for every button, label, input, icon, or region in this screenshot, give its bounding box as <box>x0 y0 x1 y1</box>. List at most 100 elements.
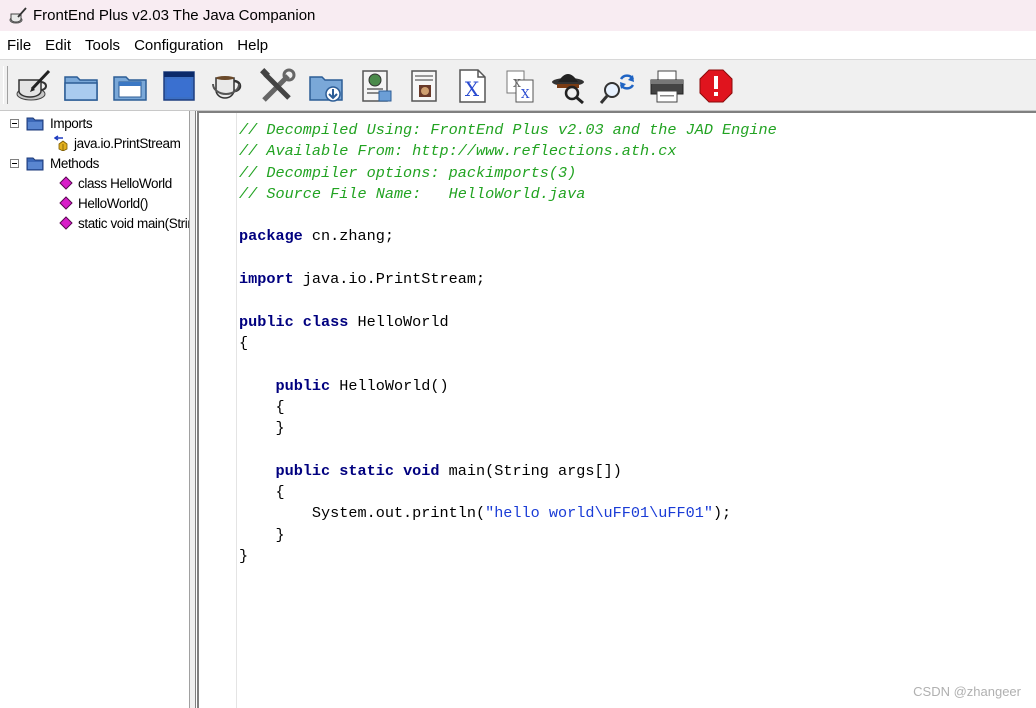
title-bar: FrontEnd Plus v2.03 The Java Companion <box>0 0 1036 31</box>
tree-node-label: static void main(String[]) <box>78 215 189 231</box>
code-line: { <box>239 333 777 354</box>
toolbar: X X X <box>0 59 1036 111</box>
pane-splitter[interactable] <box>190 111 196 708</box>
code-comment: // Available From: http://www.reflection… <box>239 142 677 161</box>
class-file-icon: X <box>459 69 486 103</box>
new-window-button[interactable] <box>159 66 199 106</box>
code-text: HelloWorld <box>348 312 449 331</box>
save-button[interactable] <box>306 66 346 106</box>
coffee-cup-icon <box>212 76 242 99</box>
menu-configuration[interactable]: Configuration <box>127 37 230 54</box>
menu-tools[interactable]: Tools <box>78 37 127 54</box>
svg-text:X: X <box>513 77 521 90</box>
code-line: } <box>239 525 777 546</box>
search-replace-button[interactable] <box>598 66 638 106</box>
tree-node-methods[interactable]: Methods <box>10 153 99 173</box>
toolbar-grip[interactable] <box>3 66 8 104</box>
document-view-icon <box>411 70 437 102</box>
class-file-button[interactable]: X <box>452 66 492 106</box>
tree-node-label: class HelloWorld <box>78 175 172 191</box>
folder-icon <box>26 157 44 170</box>
code-line: package cn.zhang; <box>239 226 777 247</box>
code-text: HelloWorld() <box>330 376 449 395</box>
method-icon <box>59 176 73 190</box>
tree-node-method-item[interactable]: class HelloWorld <box>59 173 172 193</box>
code-comment: // Decompiled Using: FrontEnd Plus v2.03… <box>239 121 777 139</box>
coffee-cup-button[interactable] <box>207 66 247 106</box>
code-text: System.out.println( <box>239 504 486 523</box>
collapse-toggle-icon[interactable] <box>10 158 19 168</box>
open-project-button[interactable] <box>110 66 150 106</box>
properties-button[interactable] <box>356 66 396 106</box>
code-line: public class HelloWorld <box>239 312 777 333</box>
properties-icon <box>362 70 392 102</box>
code-keyword: public static void <box>275 461 440 480</box>
code-line: } <box>239 546 777 567</box>
code-line: public HelloWorld() <box>239 376 777 397</box>
code-editor[interactable]: // Decompiled Using: FrontEnd Plus v2.03… <box>197 111 1036 708</box>
code-line: System.out.println("hello world\uFF01\uF… <box>239 503 777 524</box>
tree-node-import-item[interactable]: java.io.PrintStream <box>54 133 181 153</box>
decompile-button[interactable] <box>13 66 53 106</box>
code-line: } <box>239 418 777 439</box>
menu-edit[interactable]: Edit <box>38 37 78 54</box>
code-line: // Decompiled Using: FrontEnd Plus v2.03… <box>239 120 777 141</box>
stop-button[interactable] <box>696 66 736 106</box>
collapse-toggle-icon[interactable] <box>10 118 19 128</box>
code-comment: // Source File Name: HelloWorld.java <box>239 184 586 203</box>
code-text: { <box>239 483 285 502</box>
tree-node-method-item[interactable]: HelloWorld() <box>59 193 148 213</box>
menu-help[interactable]: Help <box>230 37 275 54</box>
code-line: public static void main(String args[]) <box>239 461 777 482</box>
code-text: } <box>239 525 285 544</box>
code-text: } <box>239 546 249 565</box>
coffee-cup-pen-icon <box>9 6 27 23</box>
code-line: // Available From: http://www.reflection… <box>239 141 777 162</box>
svg-text:X: X <box>521 87 530 101</box>
source-code[interactable]: // Decompiled Using: FrontEnd Plus v2.03… <box>239 120 777 567</box>
document-view-button[interactable] <box>404 66 444 106</box>
tree-node-label: Methods <box>50 155 99 171</box>
code-line: { <box>239 397 777 418</box>
tree-node-method-item[interactable]: static void main(String[]) <box>59 213 189 233</box>
tree-node-label: HelloWorld() <box>78 195 148 211</box>
code-text: { <box>239 397 285 416</box>
code-keyword: public class <box>239 312 349 331</box>
code-line: // Decompiler options: packimports(3) <box>239 163 777 184</box>
spy-button[interactable] <box>548 66 588 106</box>
code-line: import java.io.PrintStream; <box>239 269 777 290</box>
code-text: ); <box>712 504 732 523</box>
tree-node-imports[interactable]: Imports <box>10 113 93 133</box>
class-structure-tree: Imports java.io.PrintStream Methods clas… <box>0 111 190 708</box>
stop-icon <box>699 69 733 103</box>
print-button[interactable] <box>647 66 687 106</box>
new-window-icon <box>163 71 195 101</box>
code-text: { <box>239 333 249 352</box>
spy-icon <box>552 74 584 105</box>
method-icon <box>59 216 73 230</box>
batch-class-button[interactable]: X X <box>500 66 540 106</box>
code-string: "hello world\uFF01\uFF01" <box>485 504 713 523</box>
tools-button[interactable] <box>257 66 297 106</box>
tree-node-label: Imports <box>50 115 93 131</box>
code-keyword: public <box>275 376 331 395</box>
print-icon <box>650 70 684 103</box>
menu-bar: File Edit Tools Configuration Help <box>0 31 1036 59</box>
save-icon <box>309 76 343 102</box>
editor-gutter <box>199 113 237 708</box>
menu-file[interactable]: File <box>0 37 38 54</box>
tree-node-label: java.io.PrintStream <box>74 135 181 151</box>
open-folder-button[interactable] <box>61 66 101 106</box>
decompile-icon <box>16 69 51 101</box>
import-arrow-icon <box>54 135 68 151</box>
watermark: CSDN @zhangeer <box>913 684 1021 699</box>
folder-icon <box>26 117 44 130</box>
code-text: cn.zhang; <box>302 227 394 246</box>
